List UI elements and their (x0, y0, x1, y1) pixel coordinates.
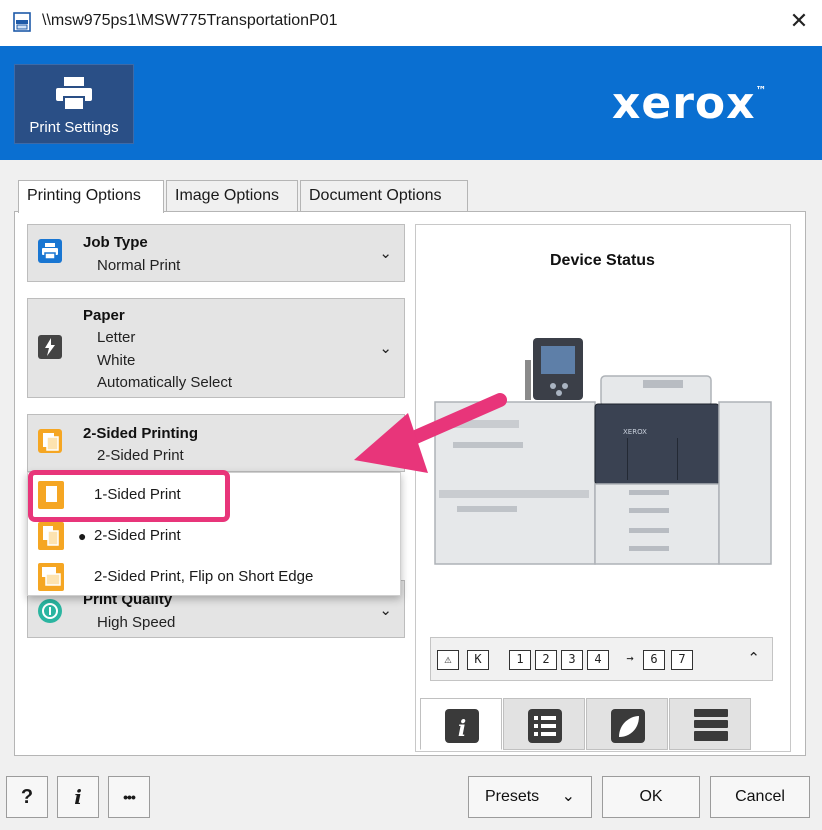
job-type-selector[interactable]: Job Type Normal Print ⌄ (27, 224, 405, 282)
svg-text:XEROX: XEROX (623, 428, 647, 436)
ok-button[interactable]: OK (602, 776, 700, 818)
presets-dropdown[interactable]: Presets ⌄ (468, 776, 592, 818)
annotation-arrow-icon (354, 393, 507, 473)
tab-printing-options[interactable]: Printing Options (18, 180, 164, 213)
print-settings-tile[interactable]: Print Settings (14, 64, 134, 144)
toner-k-icon[interactable]: K (467, 650, 489, 670)
paper-tray-value: Automatically Select (97, 374, 233, 391)
tab-image-options[interactable]: Image Options (166, 180, 298, 212)
duplex-icon (38, 429, 62, 453)
more-options-button[interactable]: ••• (108, 776, 150, 818)
two-sided-icon (38, 522, 64, 550)
job-type-title: Job Type (83, 234, 148, 251)
print-settings-label: Print Settings (29, 119, 119, 136)
device-info-tab[interactable]: i (420, 698, 502, 750)
paper-size-value: Letter (97, 329, 136, 346)
dropdown-item-2-sided[interactable]: ● 2-Sided Print (28, 516, 400, 556)
dropdown-item-label: 2-Sided Print (94, 527, 181, 544)
paper-color-value: White (97, 352, 136, 369)
tray-2-icon[interactable]: 2 (535, 650, 557, 670)
cancel-button[interactable]: Cancel (710, 776, 810, 818)
chevron-down-icon: ⌄ (379, 602, 392, 619)
one-sided-icon (38, 481, 64, 509)
device-status-strip: ⚠ K 1 2 3 4 → 6 7 ⌃ (430, 637, 773, 681)
help-button[interactable]: ? (6, 776, 48, 818)
chevron-down-icon: ⌄ (561, 788, 576, 805)
chevron-down-icon: ⌄ (379, 245, 392, 262)
two-sided-value: 2-Sided Print (97, 447, 184, 464)
selected-bullet-icon: ● (78, 528, 87, 544)
tab-document-options[interactable]: Document Options (300, 180, 468, 212)
print-quality-value: High Speed (97, 614, 176, 631)
svg-text:i: i (458, 716, 466, 742)
tray-1-icon[interactable]: 1 (509, 650, 531, 670)
tray-3-icon[interactable]: 3 (561, 650, 583, 670)
header-band: Print Settings xerox™ (0, 46, 822, 160)
print-quality-icon (38, 599, 62, 623)
dropdown-item-label: 2-Sided Print, Flip on Short Edge (94, 568, 314, 585)
two-sided-title: 2-Sided Printing (83, 425, 199, 442)
warning-icon[interactable]: ⚠ (437, 650, 459, 670)
job-type-icon (38, 239, 62, 263)
dropdown-item-label: 1-Sided Print (94, 486, 181, 503)
chevron-up-icon[interactable]: ⌃ (747, 649, 760, 667)
tray-6-icon[interactable]: 6 (643, 650, 665, 670)
info-button[interactable]: i (57, 776, 99, 818)
two-sided-dropdown-list: 1-Sided Print ● 2-Sided Print 2-Sided Pr… (27, 472, 401, 596)
paper-icon (38, 335, 62, 359)
two-sided-short-edge-icon (38, 563, 64, 591)
xerox-logo: xerox™ (612, 78, 768, 129)
tray-4-icon[interactable]: 4 (587, 650, 609, 670)
job-type-value: Normal Print (97, 257, 181, 274)
window-title: \\msw975ps1\MSW775TransportationP01 (42, 12, 338, 29)
chevron-down-icon: ⌄ (379, 340, 392, 357)
device-list-tab[interactable] (503, 698, 585, 750)
close-window-button[interactable]: ✕ (784, 6, 814, 36)
device-trays-tab[interactable] (669, 698, 751, 750)
device-eco-tab[interactable] (586, 698, 668, 750)
paper-title: Paper (83, 307, 125, 324)
device-status-title: Device Status (550, 252, 655, 269)
printer-icon (56, 77, 92, 111)
bypass-arrow-icon[interactable]: → (619, 650, 641, 670)
dropdown-item-2-sided-short-edge[interactable]: 2-Sided Print, Flip on Short Edge (28, 557, 400, 597)
printer-app-icon (12, 12, 32, 32)
paper-selector[interactable]: Paper Letter White Automatically Select … (27, 298, 405, 398)
presets-label: Presets (484, 788, 540, 805)
tray-7-icon[interactable]: 7 (671, 650, 693, 670)
